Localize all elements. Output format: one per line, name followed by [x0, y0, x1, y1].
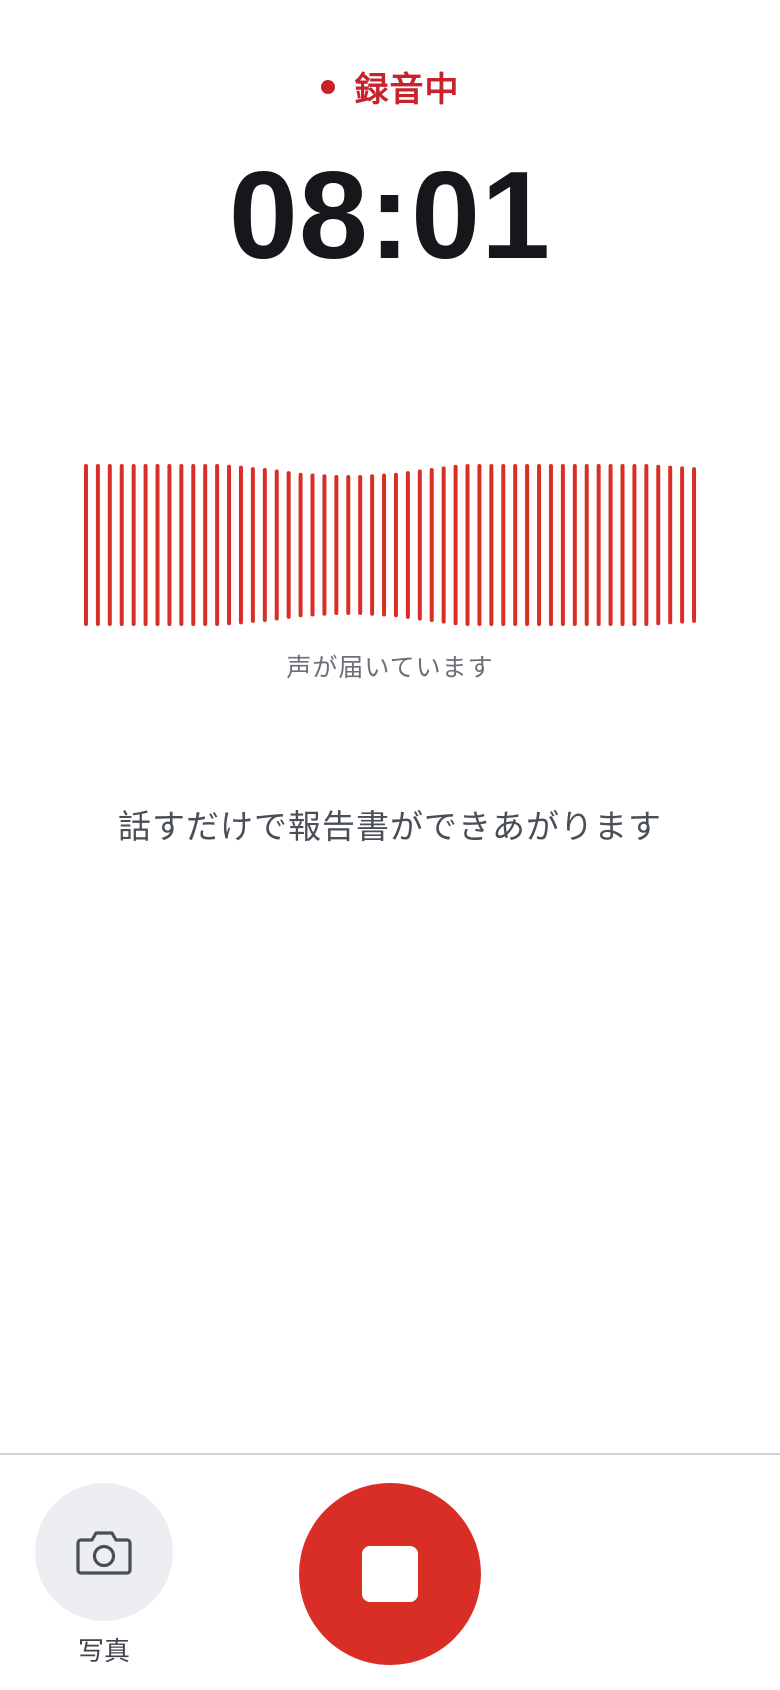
hint-text: 話すだけで報告書ができあがります: [118, 807, 662, 846]
stop-icon: [362, 1546, 418, 1602]
photo-button[interactable]: [35, 1483, 173, 1621]
waveform-caption: 声が届いています: [286, 653, 494, 682]
camera-icon: [76, 1531, 132, 1575]
elapsed-timer: 08:01: [228, 147, 552, 285]
recording-status-label: 録音中: [354, 70, 460, 110]
bottom-action-bar: 写真: [0, 1453, 780, 1690]
stop-recording-button[interactable]: [299, 1483, 481, 1665]
photo-button-label: 写真: [77, 1637, 130, 1667]
recording-dot-icon: [320, 79, 335, 94]
audio-waveform: [83, 464, 697, 626]
recording-screen: 録音中 08:01 声が届いています 話すだけで報告書ができあがります 写真: [0, 0, 780, 1690]
recording-status: 録音中: [0, 62, 780, 111]
